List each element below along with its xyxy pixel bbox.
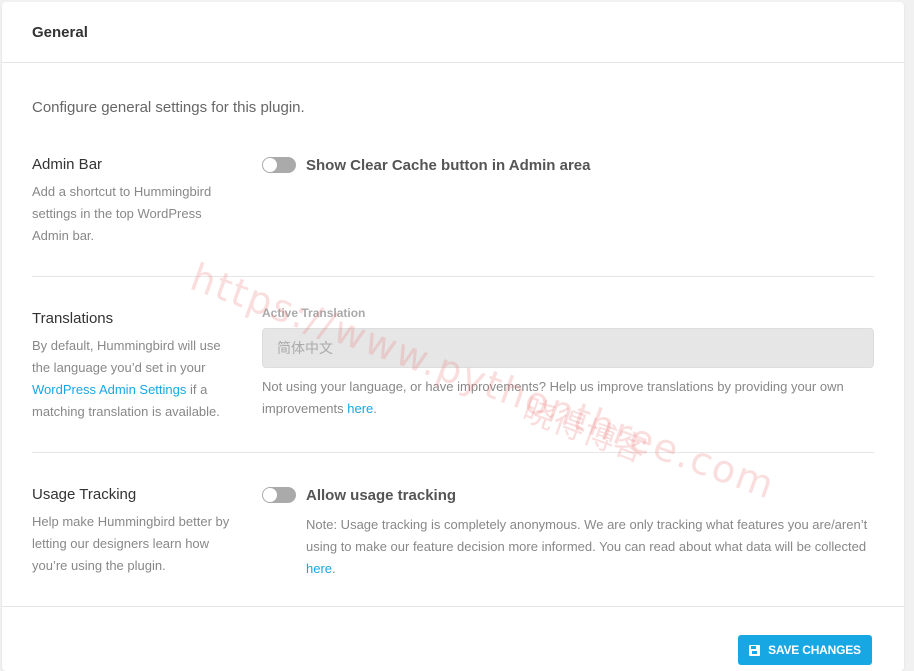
usage-toggle-line: Allow usage tracking (262, 485, 874, 505)
translations-note-after: . (373, 401, 377, 416)
translations-label-col: Translations By default, Hummingbird wil… (32, 309, 232, 423)
admin-bar-desc: Add a shortcut to Hummingbird settings i… (32, 184, 212, 243)
save-changes-button[interactable]: SAVE CHANGES (738, 635, 872, 665)
admin-bar-content: Show Clear Cache button in Admin area (262, 155, 874, 175)
save-changes-label: SAVE CHANGES (768, 643, 861, 657)
intro-text: Configure general settings for this plug… (32, 99, 305, 116)
usage-tracking-toggle[interactable] (262, 487, 296, 503)
footer-divider (2, 606, 904, 607)
admin-bar-toggle-line: Show Clear Cache button in Admin area (262, 155, 874, 175)
active-translation-value: 简体中文 (277, 340, 333, 356)
usage-tracking-note: Note: Usage tracking is completely anony… (262, 514, 874, 580)
panel-header: General (2, 2, 904, 63)
usage-tracking-desc: Help make Hummingbird better by letting … (32, 514, 230, 573)
usage-tracking-toggle-label[interactable]: Allow usage tracking (306, 487, 456, 504)
admin-bar-label-col: Admin Bar Add a shortcut to Hummingbird … (32, 155, 232, 247)
admin-bar-title: Admin Bar (32, 156, 103, 173)
usage-tracking-content: Allow usage tracking Note: Usage trackin… (262, 485, 874, 580)
usage-here-link[interactable]: here (306, 561, 332, 576)
usage-note-after: . (332, 561, 336, 576)
translations-desc: By default, Hummingbird will use the lan… (32, 335, 232, 423)
divider (32, 452, 874, 453)
save-icon (749, 644, 761, 656)
active-translation-select[interactable]: 简体中文 (262, 328, 874, 368)
translations-note: Not using your language, or have improve… (262, 376, 874, 420)
page-title: General (32, 23, 88, 41)
translations-here-link[interactable]: here (347, 401, 373, 416)
translations-content: Active Translation 简体中文 Not using your l… (262, 306, 874, 420)
divider (32, 276, 874, 277)
translations-desc-before: By default, Hummingbird will use the lan… (32, 338, 221, 375)
admin-bar-toggle-label[interactable]: Show Clear Cache button in Admin area (306, 157, 591, 174)
settings-panel: General Configure general settings for t… (2, 2, 904, 671)
active-translation-label: Active Translation (262, 306, 366, 320)
usage-tracking-title: Usage Tracking (32, 486, 137, 503)
usage-tracking-label-col: Usage Tracking Help make Hummingbird bet… (32, 485, 232, 577)
translations-title: Translations (32, 310, 114, 327)
toggle-knob (263, 158, 277, 172)
usage-note-before: Note: Usage tracking is completely anony… (306, 517, 868, 554)
admin-bar-toggle[interactable] (262, 157, 296, 173)
toggle-knob (263, 488, 277, 502)
wordpress-admin-settings-link[interactable]: WordPress Admin Settings (32, 382, 186, 397)
